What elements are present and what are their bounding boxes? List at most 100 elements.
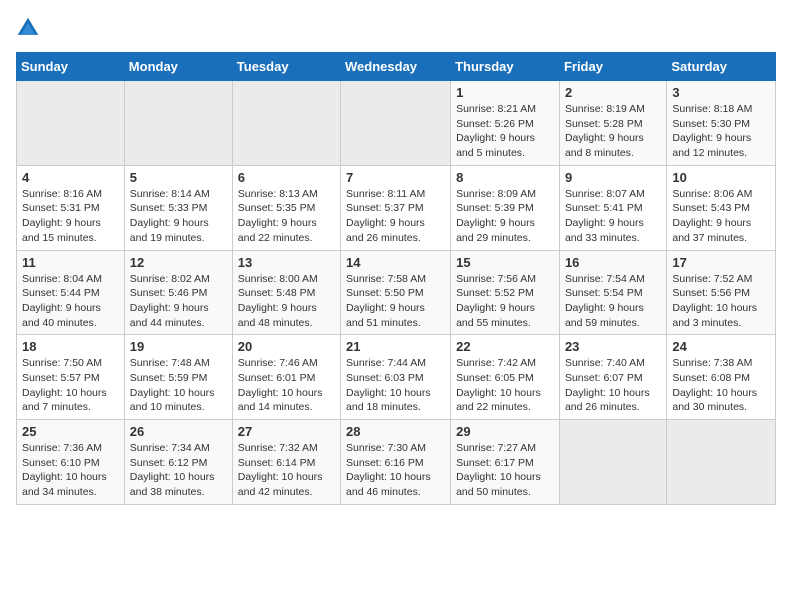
day-number: 5 [130,170,227,185]
day-number: 16 [565,255,661,270]
day-number: 21 [346,339,445,354]
calendar-cell [667,420,776,505]
weekday-header-row: SundayMondayTuesdayWednesdayThursdayFrid… [17,53,776,81]
calendar-cell [17,81,125,166]
calendar-cell: 15 Sunrise: 7:56 AM Sunset: 5:52 PM Dayli… [451,250,560,335]
day-number: 25 [22,424,119,439]
weekday-header-wednesday: Wednesday [341,53,451,81]
day-info: Sunrise: 7:48 AM Sunset: 5:59 PM Dayligh… [130,356,227,415]
calendar-cell: 17Sunrise: 7:52 AM Sunset: 5:56 PM Dayli… [667,250,776,335]
day-info: Sunrise: 8:04 AM Sunset: 5:44 PM Dayligh… [22,272,119,331]
calendar-cell: 7 Sunrise: 8:11 AM Sunset: 5:37 PM Daylig… [341,165,451,250]
day-info: Sunrise: 7:36 AM Sunset: 6:10 PM Dayligh… [22,441,119,500]
day-info: Sunrise: 7:44 AM Sunset: 6:03 PM Dayligh… [346,356,445,415]
weekday-header-friday: Friday [559,53,666,81]
calendar-cell [232,81,340,166]
weekday-header-saturday: Saturday [667,53,776,81]
calendar-cell: 21 Sunrise: 7:44 AM Sunset: 6:03 PM Dayli… [341,335,451,420]
day-number: 1 [456,85,554,100]
calendar-cell: 26 Sunrise: 7:34 AM Sunset: 6:12 PM Dayli… [124,420,232,505]
logo [16,16,44,40]
calendar-cell: 25 Sunrise: 7:36 AM Sunset: 6:10 PM Dayli… [17,420,125,505]
calendar-cell: 16 Sunrise: 7:54 AM Sunset: 5:54 PM Dayli… [559,250,666,335]
day-info: Sunrise: 7:54 AM Sunset: 5:54 PM Dayligh… [565,272,661,331]
calendar-cell: 28 Sunrise: 7:30 AM Sunset: 6:16 PM Dayli… [341,420,451,505]
weekday-header-tuesday: Tuesday [232,53,340,81]
day-info: Sunrise: 7:50 AM Sunset: 5:57 PM Dayligh… [22,356,119,415]
weekday-header-monday: Monday [124,53,232,81]
calendar-cell: 1Sunrise: 8:21 AM Sunset: 5:26 PM Daylig… [451,81,560,166]
week-row-1: 1Sunrise: 8:21 AM Sunset: 5:26 PM Daylig… [17,81,776,166]
day-number: 15 [456,255,554,270]
calendar-cell [124,81,232,166]
calendar-cell: 12Sunrise: 8:02 AM Sunset: 5:46 PM Dayli… [124,250,232,335]
calendar-cell [559,420,666,505]
calendar-cell: 9 Sunrise: 8:07 AM Sunset: 5:41 PM Daylig… [559,165,666,250]
day-info: Sunrise: 8:13 AM Sunset: 5:35 PM Dayligh… [238,187,335,246]
calendar-cell: 6Sunrise: 8:13 AM Sunset: 5:35 PM Daylig… [232,165,340,250]
calendar-cell: 3 Sunrise: 8:18 AM Sunset: 5:30 PM Daylig… [667,81,776,166]
calendar-cell: 11 Sunrise: 8:04 AM Sunset: 5:44 PM Dayli… [17,250,125,335]
day-info: Sunrise: 7:46 AM Sunset: 6:01 PM Dayligh… [238,356,335,415]
day-number: 4 [22,170,119,185]
day-info: Sunrise: 7:32 AM Sunset: 6:14 PM Dayligh… [238,441,335,500]
day-info: Sunrise: 8:09 AM Sunset: 5:39 PM Dayligh… [456,187,554,246]
day-number: 3 [672,85,770,100]
calendar-table: SundayMondayTuesdayWednesdayThursdayFrid… [16,52,776,505]
weekday-header-sunday: Sunday [17,53,125,81]
weekday-header-thursday: Thursday [451,53,560,81]
day-number: 8 [456,170,554,185]
day-info: Sunrise: 8:00 AM Sunset: 5:48 PM Dayligh… [238,272,335,331]
day-number: 2 [565,85,661,100]
day-number: 22 [456,339,554,354]
calendar-cell: 2 Sunrise: 8:19 AM Sunset: 5:28 PM Daylig… [559,81,666,166]
day-number: 11 [22,255,119,270]
day-info: Sunrise: 8:16 AM Sunset: 5:31 PM Dayligh… [22,187,119,246]
calendar-cell: 22 Sunrise: 7:42 AM Sunset: 6:05 PM Dayli… [451,335,560,420]
day-info: Sunrise: 7:40 AM Sunset: 6:07 PM Dayligh… [565,356,661,415]
day-info: Sunrise: 7:56 AM Sunset: 5:52 PM Dayligh… [456,272,554,331]
day-info: Sunrise: 8:06 AM Sunset: 5:43 PM Dayligh… [672,187,770,246]
calendar-cell: 18 Sunrise: 7:50 AM Sunset: 5:57 PM Dayli… [17,335,125,420]
week-row-2: 4 Sunrise: 8:16 AM Sunset: 5:31 PM Daylig… [17,165,776,250]
calendar-cell [341,81,451,166]
day-number: 10 [672,170,770,185]
calendar-cell: 14Sunrise: 7:58 AM Sunset: 5:50 PM Dayli… [341,250,451,335]
calendar-cell: 13 Sunrise: 8:00 AM Sunset: 5:48 PM Dayli… [232,250,340,335]
calendar-cell: 23 Sunrise: 7:40 AM Sunset: 6:07 PM Dayli… [559,335,666,420]
page-header [16,16,776,40]
day-info: Sunrise: 7:30 AM Sunset: 6:16 PM Dayligh… [346,441,445,500]
day-number: 14 [346,255,445,270]
calendar-cell: 10 Sunrise: 8:06 AM Sunset: 5:43 PM Dayli… [667,165,776,250]
week-row-5: 25 Sunrise: 7:36 AM Sunset: 6:10 PM Dayli… [17,420,776,505]
day-info: Sunrise: 7:42 AM Sunset: 6:05 PM Dayligh… [456,356,554,415]
calendar-cell: 20Sunrise: 7:46 AM Sunset: 6:01 PM Dayli… [232,335,340,420]
day-number: 13 [238,255,335,270]
day-number: 19 [130,339,227,354]
day-number: 18 [22,339,119,354]
week-row-3: 11 Sunrise: 8:04 AM Sunset: 5:44 PM Dayli… [17,250,776,335]
day-number: 12 [130,255,227,270]
day-number: 28 [346,424,445,439]
calendar-cell: 4 Sunrise: 8:16 AM Sunset: 5:31 PM Daylig… [17,165,125,250]
day-info: Sunrise: 7:38 AM Sunset: 6:08 PM Dayligh… [672,356,770,415]
calendar-cell: 8 Sunrise: 8:09 AM Sunset: 5:39 PM Daylig… [451,165,560,250]
calendar-cell: 5 Sunrise: 8:14 AM Sunset: 5:33 PM Daylig… [124,165,232,250]
day-info: Sunrise: 8:19 AM Sunset: 5:28 PM Dayligh… [565,102,661,161]
day-number: 23 [565,339,661,354]
calendar-cell: 24 Sunrise: 7:38 AM Sunset: 6:08 PM Dayli… [667,335,776,420]
day-number: 7 [346,170,445,185]
day-info: Sunrise: 8:14 AM Sunset: 5:33 PM Dayligh… [130,187,227,246]
day-number: 9 [565,170,661,185]
day-number: 26 [130,424,227,439]
day-number: 29 [456,424,554,439]
calendar-cell: 19 Sunrise: 7:48 AM Sunset: 5:59 PM Dayli… [124,335,232,420]
logo-icon [16,16,40,40]
day-info: Sunrise: 8:18 AM Sunset: 5:30 PM Dayligh… [672,102,770,161]
day-number: 27 [238,424,335,439]
day-info: Sunrise: 7:34 AM Sunset: 6:12 PM Dayligh… [130,441,227,500]
calendar-cell: 27 Sunrise: 7:32 AM Sunset: 6:14 PM Dayli… [232,420,340,505]
day-info: Sunrise: 8:11 AM Sunset: 5:37 PM Dayligh… [346,187,445,246]
day-number: 24 [672,339,770,354]
day-info: Sunrise: 8:07 AM Sunset: 5:41 PM Dayligh… [565,187,661,246]
